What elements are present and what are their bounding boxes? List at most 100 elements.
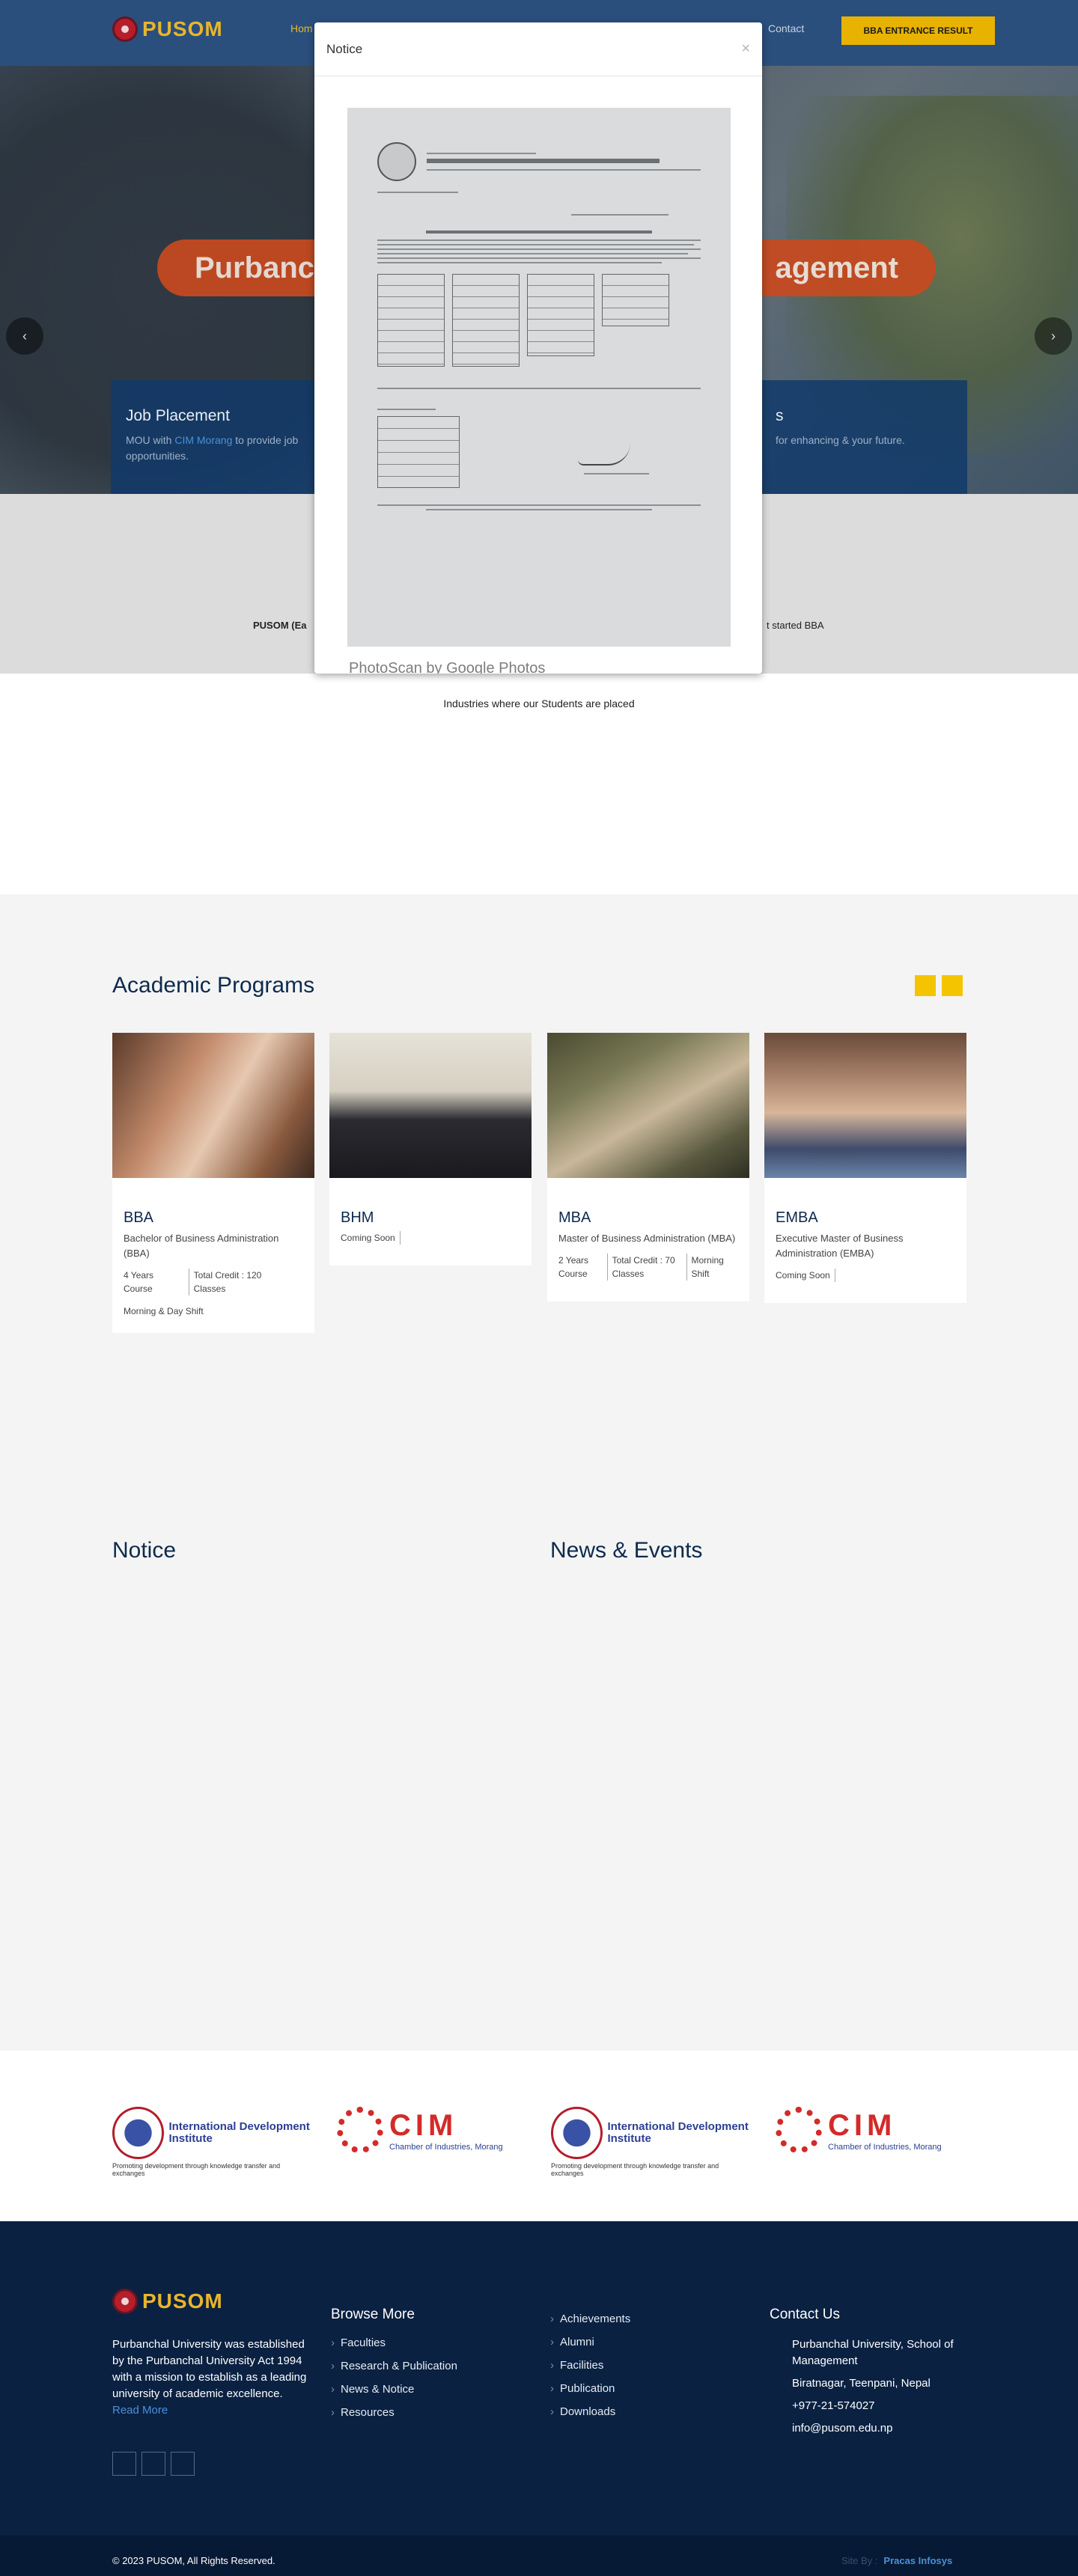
nav-home[interactable]: Hom (290, 22, 313, 34)
footer-more-column: › Achievements › Alumni › Facilities › Publi… (550, 2313, 630, 2429)
pracas-infosys-link[interactable]: Pracas Infosys (883, 2555, 952, 2566)
notice-modal: Notice × PhotoScan by Google Photos (314, 22, 762, 674)
contact-us-title: Contact Us (770, 2307, 840, 2322)
footer-logo[interactable]: PUSOM (112, 2289, 223, 2314)
notice-section-title: Notice (112, 1538, 177, 1563)
notice-document-image (347, 108, 731, 647)
footer-browse-column: Browse More › Faculties › Research & Publi… (331, 2307, 457, 2429)
globe-icon (112, 2107, 165, 2159)
globe-icon (551, 2107, 603, 2159)
partner-logo-cim[interactable]: CIM Chamber of Industries, Morang (337, 2107, 532, 2167)
partner-logo-cim[interactable]: CIM Chamber of Industries, Morang (776, 2107, 970, 2167)
carousel-prev-button[interactable] (915, 975, 936, 996)
industries-caption: Industries where our Students are placed (443, 698, 635, 709)
partner-tagline: Chamber of Industries, Morang (828, 2142, 942, 2152)
twitter-icon[interactable] (141, 2452, 165, 2476)
partner-tagline: Promoting development through knowledge … (112, 2162, 281, 2177)
academic-programs-title: Academic Programs (112, 973, 315, 998)
chevron-right-icon: › (550, 2336, 554, 2348)
chevron-right-icon: › (331, 2360, 335, 2372)
partner-tagline: Chamber of Industries, Morang (389, 2142, 503, 2152)
program-image (329, 1033, 532, 1178)
program-code: BHM (341, 1209, 374, 1226)
chevron-right-icon: › (550, 2405, 554, 2418)
carousel-next-button[interactable] (942, 975, 963, 996)
footer-link-facilities[interactable]: › Facilities (550, 2359, 630, 2372)
chevron-right-icon: › (550, 2313, 554, 2325)
footer-about: Purbanchal University was established by… (112, 2338, 307, 2417)
partner-name: International Development Institute (168, 2120, 310, 2145)
program-shift: Morning & Day Shift (124, 1306, 204, 1316)
program-code: BBA (124, 1209, 154, 1226)
contact-location: Biratnagar, Teenpani, Nepal (792, 2377, 931, 2390)
logo-text: PUSOM (142, 17, 223, 40)
university-emblem-icon (112, 16, 138, 42)
program-card-mba[interactable]: MBA Master of Business Administration (M… (547, 1033, 749, 1301)
feature-job-placement: Job Placement MOU with CIM Morang to pro… (111, 380, 314, 494)
signature (577, 443, 630, 466)
nav-contact[interactable]: Contact (768, 22, 804, 34)
contact-email[interactable]: info@pusom.edu.np (792, 2420, 972, 2437)
site-logo[interactable]: PUSOM (112, 16, 223, 42)
footer-link-downloads[interactable]: › Downloads (550, 2405, 630, 2418)
partner-logo-idi[interactable]: International Development Institute Prom… (551, 2107, 749, 2177)
footer-link-publication[interactable]: › Publication (550, 2382, 630, 2395)
linkedin-icon[interactable] (171, 2452, 195, 2476)
partner-name: International Development Institute (607, 2120, 749, 2145)
browse-more-title: Browse More (331, 2307, 415, 2322)
page: PUSOM Hom Contact BBA ENTRANCE RESULT Pu… (0, 0, 1078, 2576)
intro-text-right: t started BBA (767, 620, 824, 631)
feature-text: MOU with CIM Morang to provide job oppor… (126, 434, 299, 462)
feature-title: s (776, 407, 784, 424)
program-card-bhm[interactable]: BHM Coming Soon (329, 1033, 532, 1266)
slider-prev-arrow-icon[interactable]: ‹ (6, 317, 43, 355)
read-more-link[interactable]: Read More (112, 2404, 168, 2417)
footer-link-achievements[interactable]: › Achievements (550, 2313, 630, 2325)
chevron-right-icon: › (550, 2359, 554, 2372)
program-meta: Coming Soon (329, 1231, 532, 1266)
footer-link-research[interactable]: › Research & Publication (331, 2360, 457, 2372)
partner-name: CIM (828, 2108, 897, 2142)
seal-icon (377, 142, 416, 181)
gear-icon (337, 2107, 383, 2153)
program-card-bba[interactable]: BBA Bachelor of Business Administration … (112, 1033, 314, 1333)
photoscan-watermark: PhotoScan by Google Photos (349, 660, 546, 674)
footer-link-faculties[interactable]: › Faculties (331, 2337, 457, 2349)
feature-card-right: s for enhancing & your future. (761, 380, 967, 494)
footer-contact-column: Contact Us Purbanchal University, School… (770, 2307, 972, 2437)
partner-name: CIM (389, 2108, 458, 2142)
footer-link-news[interactable]: › News & Notice (331, 2383, 457, 2396)
contact-phone[interactable]: +977-21-574027 (792, 2398, 972, 2414)
chevron-right-icon: › (550, 2382, 554, 2395)
program-name: Master of Business Administration (MBA) (558, 1233, 736, 1244)
program-meta: 4 Years Course Total Credit : 120 Classes (124, 1269, 262, 1295)
bba-entrance-result-button[interactable]: BBA ENTRANCE RESULT (841, 16, 995, 45)
modal-header: Notice × (314, 22, 762, 76)
program-meta: 2 Years Course Total Credit : 70 Classes M… (558, 1254, 724, 1281)
program-code: MBA (558, 1209, 591, 1226)
program-meta: Coming Soon (764, 1261, 966, 1303)
cim-morang-link[interactable]: CIM Morang (174, 434, 232, 446)
program-card-emba[interactable]: EMBA Executive Master of Business Admini… (764, 1033, 966, 1303)
contact-address: Purbanchal University, School of Managem… (792, 2338, 954, 2367)
facebook-icon[interactable] (112, 2452, 136, 2476)
chevron-right-icon: › (331, 2406, 335, 2419)
program-image (112, 1033, 314, 1178)
feature-title: Job Placement (126, 407, 230, 424)
footer-link-resources[interactable]: › Resources (331, 2406, 457, 2419)
site-by: Site By : Pracas Infosys (841, 2555, 953, 2566)
intro-text-left: PUSOM (Ea (253, 620, 307, 631)
news-events-section-title: News & Events (550, 1538, 703, 1563)
footer-link-alumni[interactable]: › Alumni (550, 2336, 630, 2348)
partner-logo-idi[interactable]: International Development Institute Prom… (112, 2107, 311, 2177)
program-image (764, 1033, 966, 1178)
chevron-right-icon: › (331, 2383, 335, 2396)
close-icon[interactable]: × (741, 40, 750, 58)
copyright: © 2023 PUSOM, All Rights Reserved. (112, 2555, 275, 2566)
program-name: Executive Master of Business Administrat… (776, 1233, 904, 1259)
gear-icon (776, 2107, 822, 2153)
waiting-list-table (377, 416, 460, 488)
results-table (377, 274, 701, 367)
slider-next-arrow-icon[interactable]: › (1035, 317, 1072, 355)
partner-tagline: Promoting development through knowledge … (551, 2162, 719, 2177)
